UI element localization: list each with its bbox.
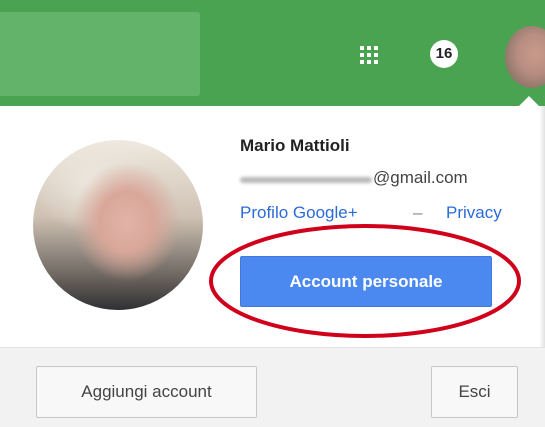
email-redacted (240, 177, 372, 183)
apps-grid-icon[interactable] (360, 46, 378, 64)
panel-caret (519, 96, 539, 106)
avatar-large (33, 140, 203, 310)
search-box[interactable] (0, 12, 200, 96)
notification-badge[interactable]: 16 (430, 40, 458, 68)
personal-account-button[interactable]: Account personale (240, 256, 492, 307)
sign-out-button[interactable]: Esci (431, 366, 518, 418)
link-separator: – (413, 203, 423, 222)
privacy-link[interactable]: Privacy (446, 203, 502, 223)
email-domain: @gmail.com (373, 168, 468, 187)
user-name: Mario Mattioli (240, 136, 350, 155)
add-account-button[interactable]: Aggiungi account (36, 366, 257, 418)
profile-link[interactable]: Profilo Google+ (240, 203, 358, 223)
